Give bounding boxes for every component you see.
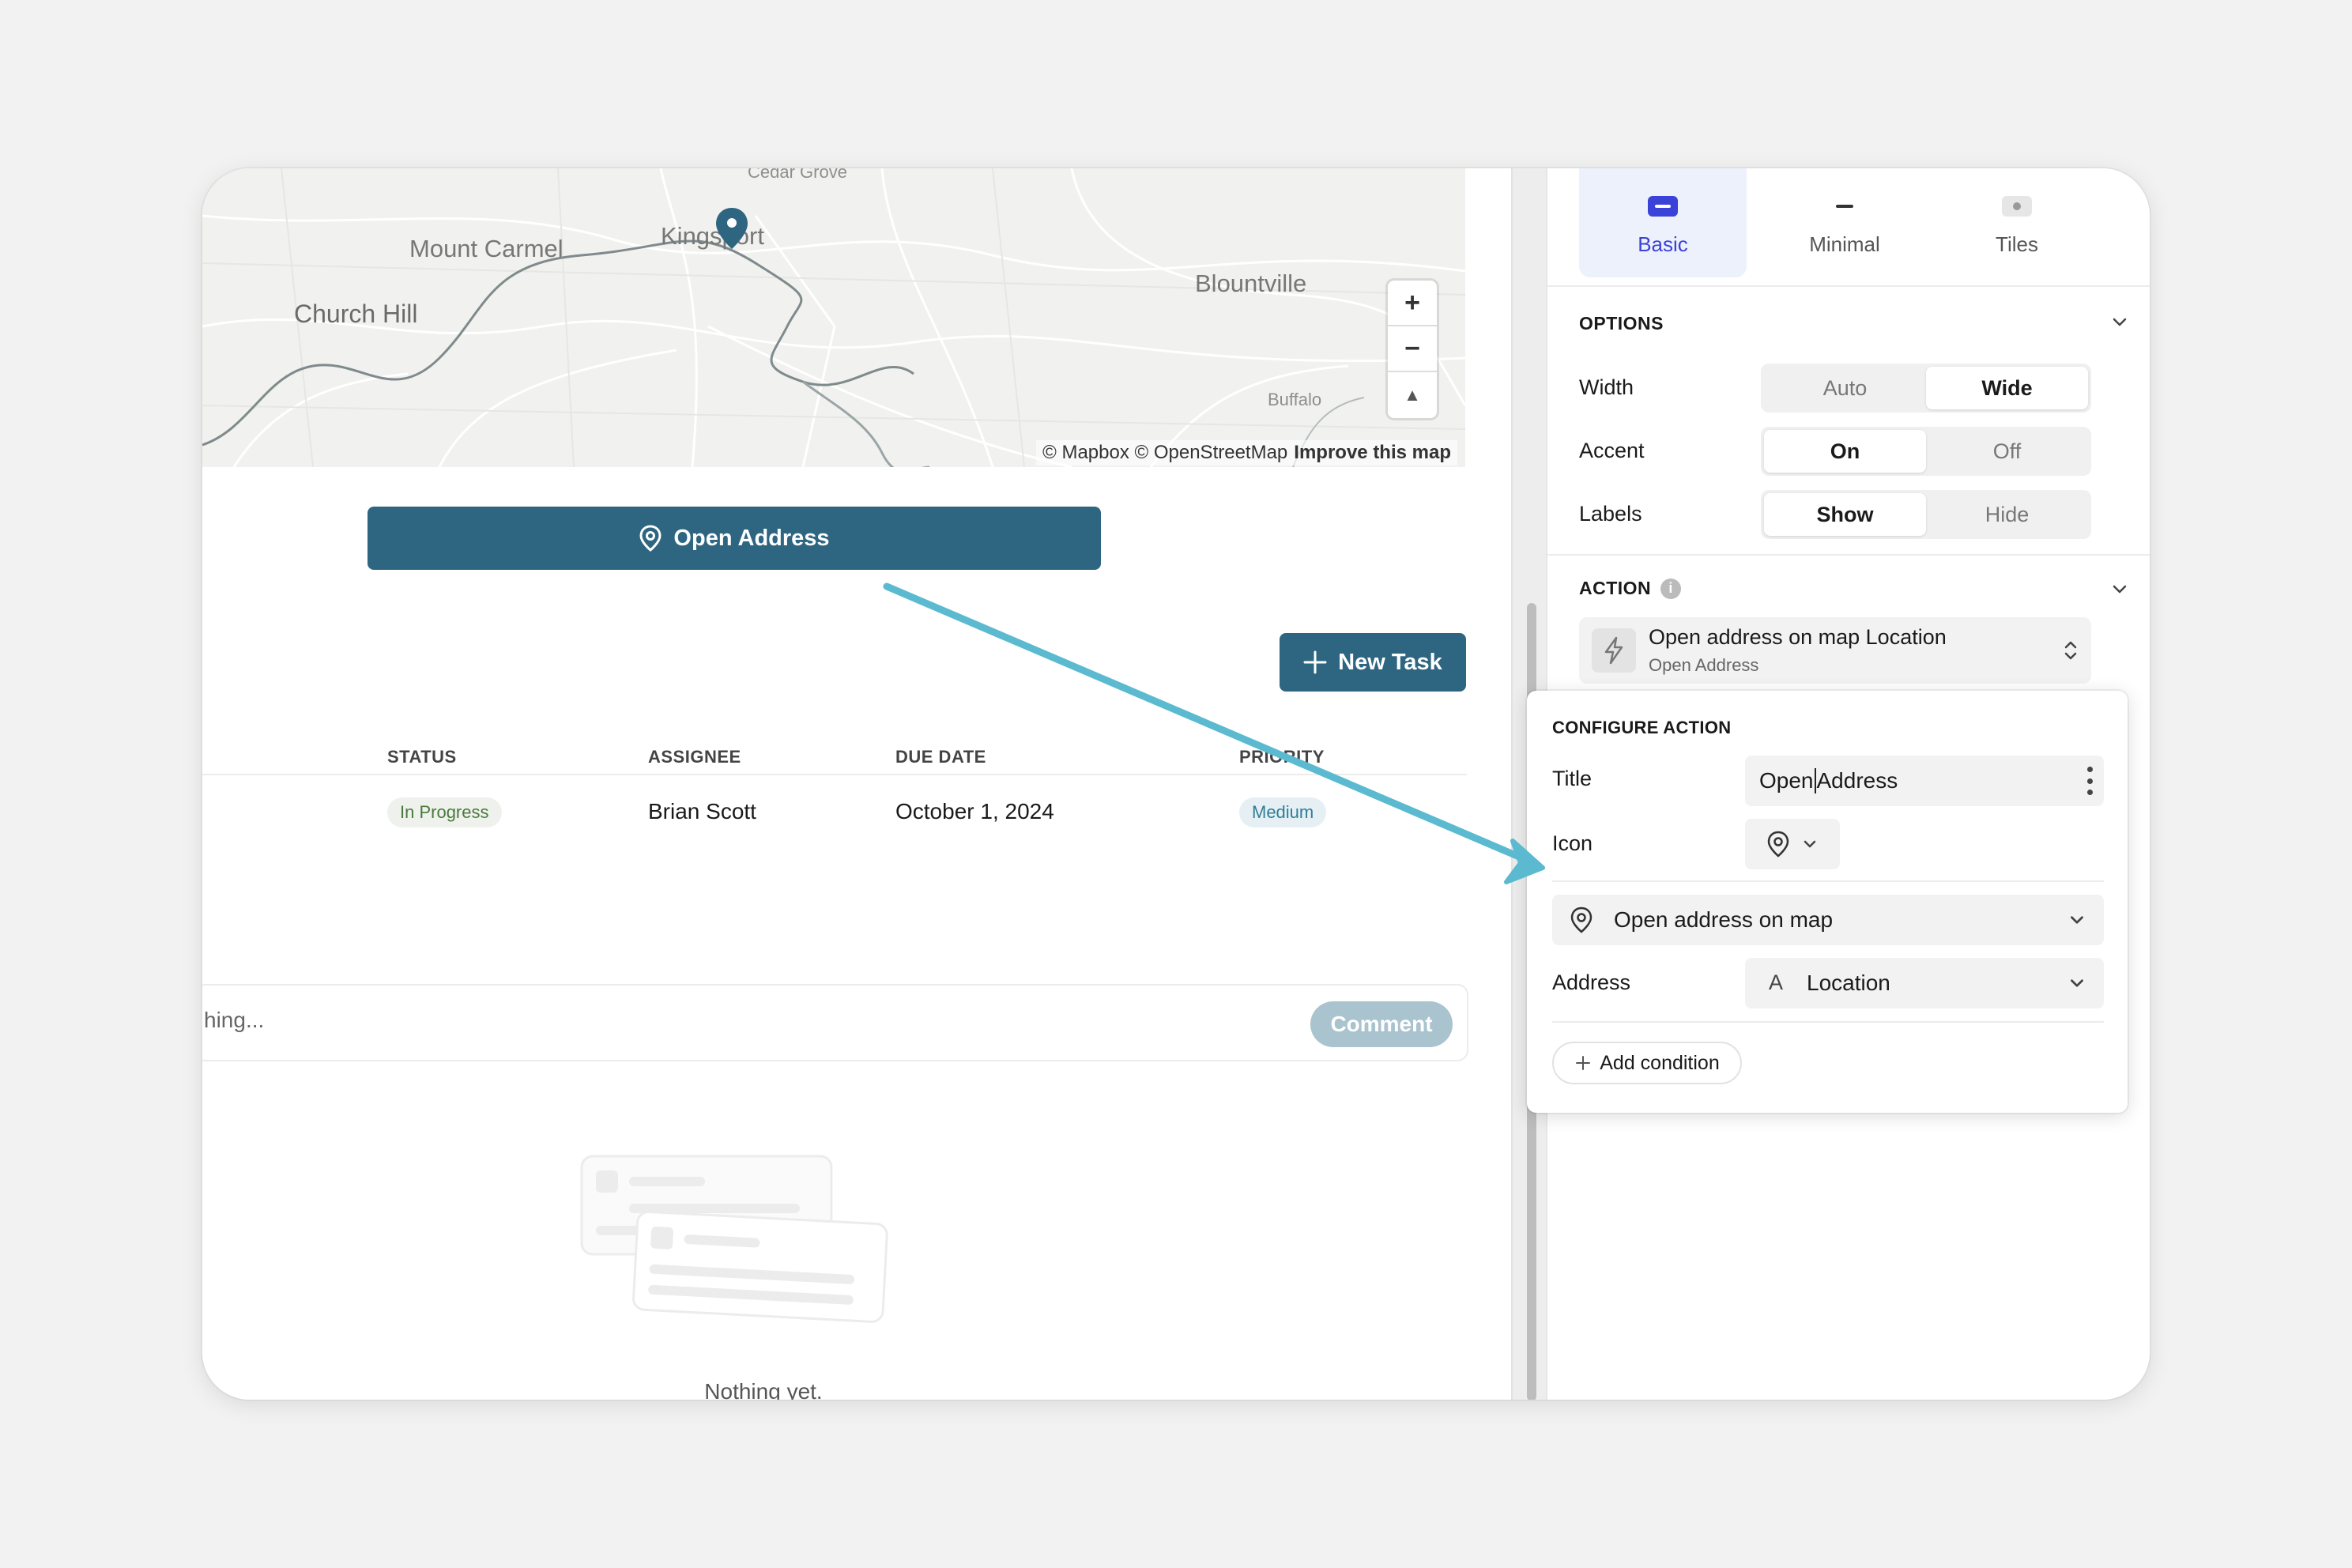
priority-badge: Medium: [1239, 797, 1327, 827]
text-caret: [1814, 768, 1816, 793]
due-date-cell: October 1, 2024: [895, 799, 1054, 824]
divider: [1547, 285, 2150, 287]
icon-picker[interactable]: [1745, 819, 1840, 869]
map[interactable]: Cedar Grove Mount Carmel Kingsport Churc…: [202, 168, 1465, 467]
plus-icon: [1303, 650, 1327, 674]
style-tabs: Basic Minimal Tiles: [1579, 168, 2124, 277]
title-input-text-start: Open: [1759, 768, 1814, 793]
tab-minimal[interactable]: Minimal: [1761, 168, 1928, 277]
action-type-label: Open address on map: [1614, 907, 1834, 932]
column-status[interactable]: STATUS: [387, 747, 457, 767]
action-sub-text: Open Address: [1649, 655, 1759, 675]
preview-pane: Cedar Grove Mount Carmel Kingsport Churc…: [202, 168, 1511, 1400]
zoom-out-button[interactable]: −: [1388, 326, 1437, 372]
title-label: Title: [1552, 767, 1592, 790]
compass-icon: ▲: [1404, 385, 1421, 405]
title-input[interactable]: Open Address: [1745, 756, 2104, 806]
comment-composer: hing... Comment: [202, 984, 1468, 1061]
icon-label: Icon: [1552, 831, 1593, 855]
tab-minimal-label: Minimal: [1809, 232, 1880, 256]
column-assignee[interactable]: ASSIGNEE: [648, 747, 741, 767]
title-input-text-end: Address: [1816, 768, 1898, 793]
table-header: STATUS ASSIGNEE DUE DATE PRIORITY: [202, 747, 1467, 775]
map-label-blountville: Blountville: [1195, 270, 1307, 297]
zoom-in-button[interactable]: +: [1388, 281, 1437, 326]
map-label-church-hill: Church Hill: [294, 300, 418, 328]
tab-basic-label: Basic: [1638, 232, 1688, 256]
accent-segmented-control: On Off: [1761, 427, 2091, 476]
chevron-down-icon[interactable]: [2109, 578, 2131, 600]
divider: [1547, 554, 2150, 556]
add-condition-button[interactable]: Add condition: [1552, 1042, 1742, 1084]
improve-map-link[interactable]: Improve this map: [1294, 442, 1451, 463]
divider: [1552, 880, 2104, 882]
location-pin-icon: [1570, 906, 1592, 933]
address-value: Location: [1807, 971, 1890, 995]
labels-hide-option[interactable]: Hide: [1926, 493, 2088, 536]
accent-on-option[interactable]: On: [1764, 430, 1926, 473]
open-address-button[interactable]: Open Address: [368, 507, 1101, 570]
comment-input[interactable]: hing...: [204, 1008, 264, 1033]
map-pin-icon[interactable]: [714, 206, 749, 251]
minimal-style-icon: [1830, 196, 1860, 217]
width-label: Width: [1579, 375, 1634, 399]
configure-action-popover: CONFIGURE ACTION Title Open Address Icon …: [1527, 691, 2128, 1113]
more-vertical-icon[interactable]: [2086, 767, 2093, 795]
action-title-text: ACTION: [1579, 578, 1652, 598]
divider: [1552, 1021, 2104, 1023]
empty-state-illustration: [580, 1155, 888, 1323]
tab-basic[interactable]: Basic: [1579, 168, 1747, 277]
assignee-cell: Brian Scott: [648, 799, 756, 824]
labels-label: Labels: [1579, 502, 1642, 526]
chevron-down-icon: [2071, 979, 2083, 987]
action-section-title[interactable]: ACTION i: [1579, 578, 1682, 599]
lightning-icon: [1592, 628, 1636, 673]
location-pin-icon: [1767, 831, 1789, 858]
labels-show-option[interactable]: Show: [1764, 493, 1926, 536]
action-main-text: Open address on map Location: [1649, 625, 1947, 649]
new-task-button[interactable]: New Task: [1280, 633, 1466, 692]
map-label-cedar-grove: Cedar Grove: [748, 168, 847, 182]
width-auto-option[interactable]: Auto: [1764, 367, 1926, 409]
width-segmented-control: Auto Wide: [1761, 364, 2091, 413]
empty-state-text: Nothing yet.: [704, 1379, 823, 1400]
info-icon[interactable]: i: [1660, 578, 1682, 599]
options-section-title[interactable]: OPTIONS: [1579, 313, 1664, 334]
compass-button[interactable]: ▲: [1388, 372, 1437, 418]
basic-style-icon: [1648, 196, 1678, 217]
accent-label: Accent: [1579, 439, 1645, 462]
action-select[interactable]: Open address on map Location Open Addres…: [1579, 617, 2091, 684]
map-label-buffalo: Buffalo: [1268, 390, 1322, 409]
options-title-text: OPTIONS: [1579, 313, 1664, 334]
text-type-icon: A: [1769, 971, 1784, 994]
table-row[interactable]: In Progress Brian Scott October 1, 2024 …: [202, 777, 1467, 848]
tiles-style-icon: [2002, 196, 2032, 217]
new-task-label: New Task: [1338, 649, 1442, 675]
accent-off-option[interactable]: Off: [1926, 430, 2088, 473]
map-label-mount-carmel: Mount Carmel: [409, 235, 564, 262]
chevron-down-icon[interactable]: [2109, 311, 2131, 333]
chevron-up-down-icon: [2064, 641, 2077, 660]
address-select[interactable]: A Location: [1745, 958, 2104, 1008]
tab-tiles[interactable]: Tiles: [1933, 168, 2101, 277]
status-badge: In Progress: [387, 797, 502, 827]
configure-action-title: CONFIGURE ACTION: [1552, 718, 1732, 737]
labels-segmented-control: Show Hide: [1761, 490, 2091, 539]
column-priority[interactable]: PRIORITY: [1239, 747, 1325, 767]
chevron-down-icon: [1804, 840, 1816, 848]
comment-button[interactable]: Comment: [1310, 1001, 1453, 1047]
address-label: Address: [1552, 971, 1631, 994]
location-pin-icon: [639, 525, 662, 552]
column-due-date[interactable]: DUE DATE: [895, 747, 986, 767]
action-type-select[interactable]: Open address on map: [1552, 895, 2104, 945]
add-condition-label: Add condition: [1600, 1051, 1720, 1074]
attribution-text: © Mapbox © OpenStreetMap: [1042, 442, 1288, 463]
map-attribution: © Mapbox © OpenStreetMap Improve this map: [1036, 440, 1457, 466]
chevron-down-icon: [2071, 916, 2083, 924]
tab-tiles-label: Tiles: [1996, 232, 2038, 256]
width-wide-option[interactable]: Wide: [1926, 367, 2088, 409]
open-address-label: Open Address: [673, 525, 830, 551]
plus-icon: [1576, 1056, 1591, 1070]
map-zoom-controls: + − ▲: [1388, 281, 1437, 418]
